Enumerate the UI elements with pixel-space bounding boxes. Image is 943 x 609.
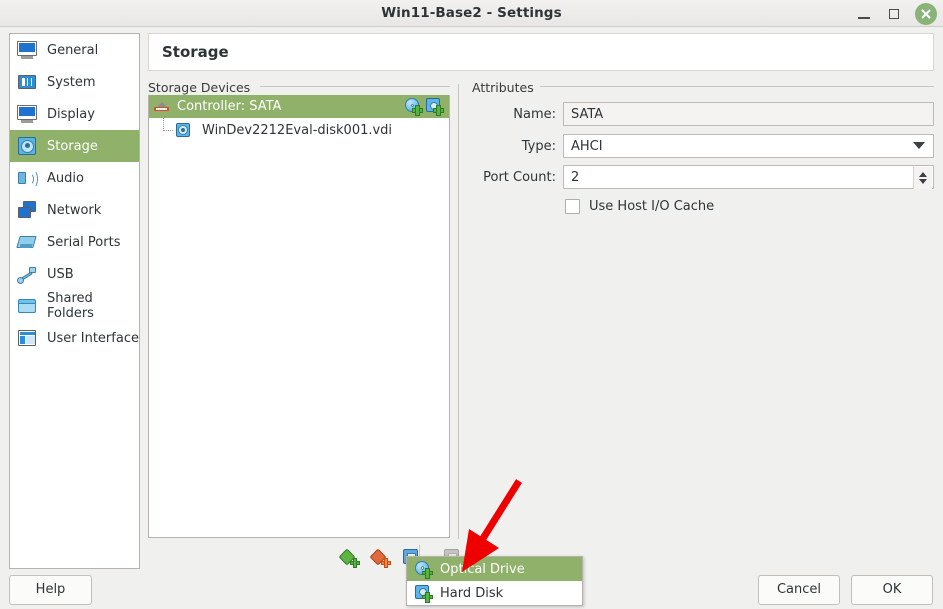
usb-icon [16, 263, 38, 285]
sidebar-item-label: Shared Folders [47, 291, 94, 321]
sidebar-item-label: System [47, 74, 96, 90]
monitor-icon [16, 39, 38, 61]
sidebar-item-user-interface[interactable]: User Interface [10, 322, 139, 354]
remove-controller-button[interactable] [369, 548, 391, 568]
add-optical-drive-icon[interactable] [405, 98, 423, 116]
storage-devices-tree[interactable]: Controller: SATA WinDev2212Eval-disk001.… [148, 95, 450, 538]
storage-devices-group-label: Storage Devices [148, 80, 251, 95]
sata-controller-icon [154, 99, 170, 115]
serial-port-icon [16, 231, 38, 253]
sidebar-item-shared-folders[interactable]: Shared Folders [10, 290, 139, 322]
sidebar-item-display[interactable]: Display [10, 98, 139, 130]
sidebar-item-label: Display [47, 106, 95, 122]
minimize-icon [858, 17, 870, 19]
chevron-down-icon [913, 142, 925, 149]
sidebar-item-label: USB [47, 266, 74, 282]
hard-disk-icon [415, 584, 433, 603]
controller-label: Controller: SATA [177, 99, 282, 114]
settings-dialog: Win11-Base2 - Settings General System Di… [0, 0, 943, 609]
window-title: Win11-Base2 - Settings [381, 5, 562, 21]
name-field-label: Name: [513, 107, 556, 122]
sidebar-item-network[interactable]: Network [10, 194, 139, 226]
tree-row-controller-sata[interactable]: Controller: SATA [149, 95, 449, 118]
menu-item-hard-disk[interactable]: Hard Disk [407, 581, 582, 605]
close-button[interactable] [912, 0, 940, 27]
ok-button[interactable]: OK [851, 575, 933, 605]
help-button[interactable]: Help [9, 575, 92, 605]
sidebar-item-general[interactable]: General [10, 34, 139, 66]
optical-drive-icon [415, 560, 433, 579]
motherboard-icon [16, 71, 38, 93]
port-count-stepper[interactable]: 2 [563, 165, 934, 189]
harddisk-icon [16, 135, 38, 157]
sidebar-item-label: User Interface [47, 330, 139, 346]
spin-down-icon[interactable] [919, 179, 927, 184]
page-header: Storage [148, 33, 934, 71]
speaker-icon [16, 167, 38, 189]
sidebar-item-label: Network [47, 202, 102, 218]
title-bar: Win11-Base2 - Settings [0, 0, 943, 27]
controller-actions [405, 98, 444, 116]
sidebar-item-serial-ports[interactable]: Serial Ports [10, 226, 139, 258]
tree-branch-line [163, 114, 173, 131]
spin-up-icon[interactable] [919, 172, 927, 177]
sidebar-item-storage[interactable]: Storage [10, 130, 139, 162]
use-host-io-cache-label: Use Host I/O Cache [589, 199, 715, 214]
add-attachment-menu[interactable]: Optical Drive Hard Disk [406, 556, 583, 606]
menu-item-label: Optical Drive [440, 561, 525, 577]
layout-icon [16, 327, 38, 349]
use-host-io-cache-row[interactable]: Use Host I/O Cache [565, 199, 714, 214]
attributes-group-label: Attributes [472, 80, 534, 95]
menu-item-label: Hard Disk [440, 585, 504, 601]
settings-category-list[interactable]: General System Display Storage Audio Net… [9, 33, 140, 569]
attachment-label: WinDev2212Eval-disk001.vdi [202, 122, 393, 138]
maximize-icon [889, 9, 899, 19]
attributes-group-rule [540, 86, 934, 87]
sidebar-item-system[interactable]: System [10, 66, 139, 98]
menu-item-optical-drive[interactable]: Optical Drive [407, 557, 582, 581]
name-field[interactable]: SATA [563, 102, 934, 126]
sidebar-item-label: General [47, 42, 99, 58]
network-icon [16, 199, 38, 221]
harddisk-icon [175, 122, 191, 138]
folder-icon [16, 295, 38, 317]
type-field-label: Type: [521, 139, 556, 154]
port-count-spin-buttons[interactable] [913, 167, 932, 189]
sidebar-item-audio[interactable]: Audio [10, 162, 139, 194]
maximize-button[interactable] [879, 0, 909, 27]
sidebar-item-label: Storage [47, 138, 98, 154]
table-row[interactable]: WinDev2212Eval-disk001.vdi [149, 114, 449, 142]
type-combobox[interactable]: AHCI [563, 134, 934, 158]
display-icon [16, 103, 38, 125]
close-icon [915, 3, 937, 25]
sidebar-item-label: Audio [47, 170, 84, 186]
page-title: Storage [162, 43, 229, 61]
sidebar-item-usb[interactable]: USB [10, 258, 139, 290]
sidebar-item-label: Serial Ports [47, 234, 121, 250]
minimize-button[interactable] [849, 0, 879, 27]
add-controller-button[interactable] [338, 548, 360, 568]
port-count-field-label: Port Count: [483, 170, 556, 185]
cancel-button[interactable]: Cancel [758, 575, 840, 605]
use-host-io-cache-checkbox[interactable] [565, 199, 580, 214]
storage-devices-group-rule [260, 86, 450, 87]
